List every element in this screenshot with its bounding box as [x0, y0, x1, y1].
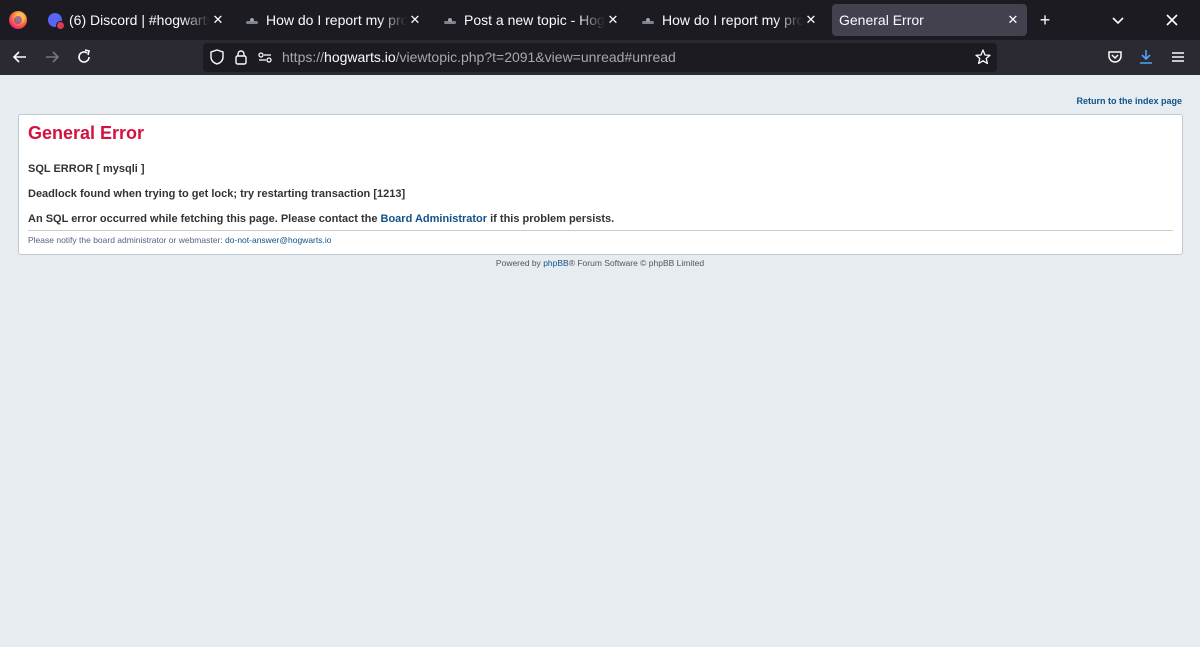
address-bar[interactable]: https://hogwarts.io/viewtopic.php?t=2091…	[203, 43, 997, 72]
notify-text: Please notify the board administrator or…	[28, 235, 331, 245]
tab-title: How do I report my proble	[266, 12, 407, 28]
tab-discord[interactable]: (6) Discord | #hogwarts-h ✕	[40, 4, 232, 36]
tab-report-problem-2[interactable]: How do I report my proble ✕	[633, 4, 825, 36]
tab-title: Post a new topic - Hogwa	[464, 12, 605, 28]
divider	[28, 230, 1173, 231]
footer-prefix: Powered by	[495, 258, 541, 268]
tab-close-icon[interactable]: ✕	[407, 12, 423, 28]
back-arrow-icon[interactable]	[8, 45, 32, 69]
tab-title: (6) Discord | #hogwarts-h	[69, 12, 210, 28]
return-to-index-link[interactable]: Return to the index page	[1076, 96, 1182, 106]
phpbb-link[interactable]: phpBB	[543, 258, 569, 268]
footer: Powered by phpBB® Forum Software © phpBB…	[0, 258, 1200, 268]
lock-icon[interactable]	[232, 48, 250, 66]
app-menu-hamburger-icon[interactable]	[1166, 45, 1190, 69]
reload-icon[interactable]	[72, 45, 96, 69]
list-all-tabs-chevron-icon[interactable]	[1106, 8, 1130, 32]
error-message: An SQL error occurred while fetching thi…	[28, 213, 614, 225]
pocket-icon[interactable]	[1103, 45, 1127, 69]
tab-close-icon[interactable]: ✕	[1005, 12, 1021, 28]
tab-title: How do I report my proble	[662, 12, 803, 28]
tab-bar: (6) Discord | #hogwarts-h ✕ How do I rep…	[0, 0, 1200, 40]
notify-label: Please notify the board administrator or…	[28, 235, 223, 245]
sql-error-text: SQL ERROR [ mysqli ]	[28, 163, 145, 175]
phpbb-icon	[641, 13, 655, 27]
tab-general-error[interactable]: General Error ✕	[832, 4, 1027, 36]
site-permissions-icon[interactable]	[256, 48, 274, 66]
deadlock-text: Deadlock found when trying to get lock; …	[28, 188, 406, 200]
close-window-icon[interactable]	[1160, 8, 1184, 32]
error-panel: General Error SQL ERROR [ mysqli ] Deadl…	[18, 114, 1183, 255]
board-administrator-link[interactable]: Board Administrator	[381, 213, 488, 225]
tab-title: General Error	[839, 12, 924, 28]
url-path: /viewtopic.php?t=2091&view=unread#unread	[395, 49, 676, 65]
url-host: hogwarts.io	[324, 49, 396, 65]
bookmark-star-icon[interactable]	[974, 48, 992, 66]
firefox-logo-icon[interactable]	[9, 11, 27, 29]
error-message-prefix: An SQL error occurred while fetching thi…	[28, 213, 378, 225]
tab-close-icon[interactable]: ✕	[803, 12, 819, 28]
footer-suffix: ® Forum Software © phpBB Limited	[568, 258, 705, 268]
webmaster-email-link[interactable]: do-not-answer@hogwarts.io	[225, 235, 331, 245]
forward-arrow-icon[interactable]	[40, 45, 64, 69]
downloads-icon[interactable]	[1134, 45, 1158, 69]
phpbb-icon	[443, 13, 457, 27]
tab-close-icon[interactable]: ✕	[210, 12, 226, 28]
tab-report-problem-1[interactable]: How do I report my proble ✕	[237, 4, 429, 36]
discord-icon	[48, 13, 65, 30]
url-scheme: https://	[282, 49, 325, 65]
new-tab-plus-icon[interactable]: +	[1033, 8, 1057, 32]
page-title: General Error	[28, 123, 145, 143]
url-text[interactable]: https://hogwarts.io/viewtopic.php?t=2091…	[282, 49, 676, 65]
error-message-suffix: if this problem persists.	[490, 213, 615, 225]
phpbb-icon	[245, 13, 259, 27]
tab-close-icon[interactable]: ✕	[605, 12, 621, 28]
tracking-protection-shield-icon[interactable]	[208, 48, 226, 66]
tab-post-new-topic[interactable]: Post a new topic - Hogwa ✕	[435, 4, 627, 36]
